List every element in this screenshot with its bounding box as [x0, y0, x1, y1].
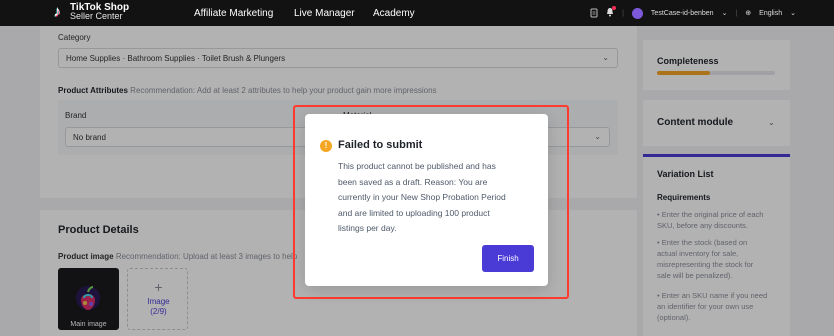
- tiktok-logo-icon: ♪ ♪ ♪: [53, 3, 62, 21]
- dialog-message-line: listings per day.: [338, 223, 397, 233]
- notification-dot: [612, 6, 617, 10]
- nav-academy[interactable]: Academy: [373, 0, 415, 26]
- logo-line2: Seller Center: [70, 11, 123, 21]
- clipboard-icon[interactable]: [590, 8, 598, 18]
- failed-to-submit-dialog: ! Failed to submit This product cannot b…: [305, 114, 548, 286]
- top-nav-bar: ♪ ♪ ♪ TikTok Shop Seller Center Affiliat…: [0, 0, 834, 26]
- chevron-down-icon: ⌄: [721, 10, 728, 17]
- divider: |: [622, 9, 624, 17]
- store-name[interactable]: TestCase-id-benben: [651, 10, 714, 17]
- warning-icon: !: [320, 140, 332, 152]
- divider: |: [735, 9, 738, 17]
- dialog-message-line: and are limited to uploading 100 product: [338, 207, 490, 218]
- dialog-message-line: currently in your New Shop Probation Per…: [338, 192, 506, 202]
- tiktok-shop-logo[interactable]: ♪ ♪ ♪ TikTok Shop Seller Center: [52, 3, 129, 21]
- dialog-message-line: been saved as a draft. Reason: You are: [338, 176, 488, 187]
- finish-button[interactable]: Finish: [482, 245, 534, 272]
- nav-live-manager[interactable]: Live Manager: [294, 0, 355, 26]
- language-selector[interactable]: English: [759, 10, 782, 17]
- notification-bell-icon[interactable]: [606, 6, 617, 19]
- store-avatar[interactable]: [631, 7, 643, 19]
- chevron-down-icon: ⌄: [790, 10, 796, 17]
- dialog-message-line: This product cannot be published and has: [338, 161, 496, 171]
- dialog-message: This product cannot be published and has…: [338, 159, 538, 237]
- dialog-title: Failed to submit: [338, 139, 423, 151]
- nav-affiliate-marketing[interactable]: Affiliate Marketing: [194, 0, 273, 26]
- globe-icon: ⊕: [745, 10, 752, 17]
